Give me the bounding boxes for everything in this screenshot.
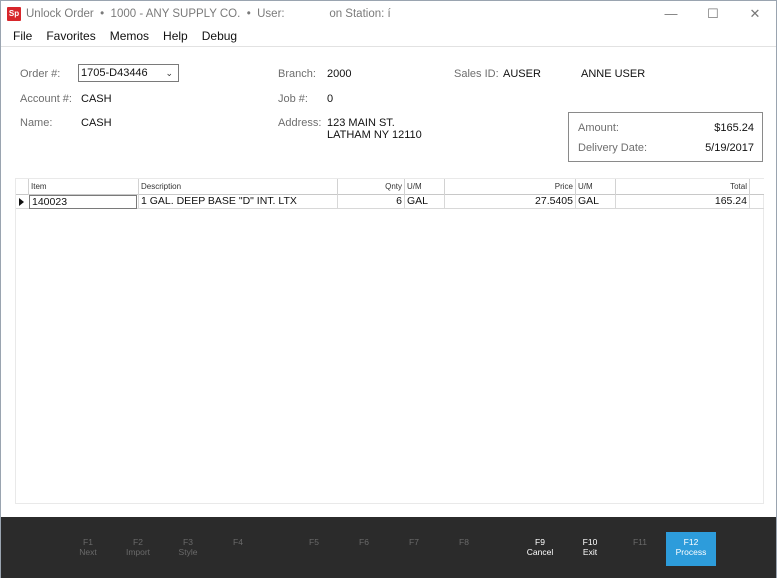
address-label: Address:: [278, 117, 322, 129]
window-title: Unlock Order • 1000 - ANY SUPPLY CO. • U…: [26, 7, 391, 20]
fkey-action: Cancel: [526, 547, 554, 557]
fkey-label: F2: [133, 537, 143, 547]
amount-value: $165.24: [714, 122, 754, 134]
account-label: Account #:: [20, 93, 72, 105]
app-window: Sp Unlock Order • 1000 - ANY SUPPLY CO. …: [0, 0, 777, 578]
sales-id-value: AUSER: [503, 68, 541, 80]
f8-button[interactable]: F8: [439, 532, 489, 566]
fkey-action: Exit: [582, 547, 598, 557]
fkey-label: F8: [459, 537, 469, 547]
menu-help[interactable]: Help: [156, 29, 195, 43]
order-number-value: 1705-D43446: [81, 67, 148, 79]
column-header-price[interactable]: Price: [444, 179, 575, 195]
f5-button[interactable]: F5: [289, 532, 339, 566]
fkey-label: F4: [233, 537, 243, 547]
column-header-qnty[interactable]: Qnty: [337, 179, 404, 195]
fkey-action: Process: [675, 547, 707, 557]
fkey-action: Style: [178, 547, 198, 557]
menu-bar: File Favorites Memos Help Debug: [1, 26, 776, 47]
price-cell[interactable]: 27.5405: [444, 195, 575, 209]
column-header-description[interactable]: Description: [138, 179, 338, 195]
fkey-label: F9: [535, 537, 545, 547]
column-header-um[interactable]: U/M: [404, 179, 444, 195]
job-value: 0: [327, 93, 334, 105]
sales-id-label: Sales ID:: [454, 68, 499, 80]
menu-file[interactable]: File: [6, 29, 39, 43]
job-label: Job #:: [278, 93, 308, 105]
column-header-price-um[interactable]: U/M: [575, 179, 615, 195]
address-line2: LATHAM NY 12110: [327, 129, 422, 141]
name-value: CASH: [81, 117, 112, 129]
order-label: Order #:: [20, 68, 61, 80]
fkey-label: F12: [683, 537, 699, 547]
delivery-date-row: Delivery Date: 5/19/2017: [578, 142, 754, 156]
branch-value: 2000: [327, 68, 352, 80]
um-cell[interactable]: GAL: [404, 195, 444, 209]
menu-favorites[interactable]: Favorites: [39, 29, 102, 43]
f12-process-button[interactable]: F12 Process: [666, 532, 716, 566]
item-cell[interactable]: 140023: [29, 195, 137, 209]
current-row-arrow-icon: [19, 198, 24, 206]
order-number-select[interactable]: 1705-D43446 ⌄: [78, 64, 179, 82]
account-value: CASH: [81, 93, 112, 105]
description-cell[interactable]: 1 GAL. DEEP BASE "D" INT. LTX: [138, 195, 338, 209]
f10-exit-button[interactable]: F10 Exit: [565, 532, 615, 566]
maximize-button[interactable]: ☐: [692, 1, 734, 26]
delivery-date-value: 5/19/2017: [705, 142, 754, 154]
order-summary-box: Amount: $165.24 Delivery Date: 5/19/2017: [568, 112, 763, 162]
f6-button[interactable]: F6: [339, 532, 389, 566]
fkey-label: F5: [309, 537, 319, 547]
menu-debug[interactable]: Debug: [195, 29, 244, 43]
f7-button[interactable]: F7: [389, 532, 439, 566]
address-line1: 123 MAIN ST.: [327, 117, 395, 129]
fkey-action: Next: [79, 547, 97, 557]
f11-button[interactable]: F11: [615, 532, 665, 566]
function-key-bar: F1 Next F2 Import F3 Style F4 F5 F6 F7 F8 F…: [1, 517, 776, 578]
f2-import-button[interactable]: F2 Import: [113, 532, 163, 566]
f3-style-button[interactable]: F3 Style: [163, 532, 213, 566]
grid-header: Item Description Qnty U/M Price U/M Tota…: [16, 179, 764, 195]
price-um-cell[interactable]: GAL: [575, 195, 615, 209]
fkey-label: F1: [83, 537, 93, 547]
qnty-cell[interactable]: 6: [337, 195, 404, 209]
menu-memos[interactable]: Memos: [103, 29, 156, 43]
order-lines-grid[interactable]: Item Description Qnty U/M Price U/M Tota…: [15, 178, 764, 504]
close-button[interactable]: ✕: [734, 1, 776, 26]
column-header-total[interactable]: Total: [615, 179, 750, 195]
fkey-label: F7: [409, 537, 419, 547]
column-header-item[interactable]: Item: [28, 179, 150, 195]
fkey-label: F10: [582, 537, 598, 547]
delivery-date-label: Delivery Date:: [578, 142, 648, 154]
f9-cancel-button[interactable]: F9 Cancel: [515, 532, 565, 566]
table-row[interactable]: 140023 1 GAL. DEEP BASE "D" INT. LTX 6 G…: [16, 195, 764, 209]
sales-name: ANNE USER: [581, 68, 646, 80]
fkey-label: F3: [183, 537, 193, 547]
fkey-action: Import: [125, 547, 151, 557]
amount-label: Amount:: [578, 122, 619, 134]
fkey-label: F6: [359, 537, 369, 547]
f1-next-button[interactable]: F1 Next: [63, 532, 113, 566]
total-cell[interactable]: 165.24: [615, 195, 750, 209]
amount-row: Amount: $165.24: [578, 122, 754, 136]
f4-button[interactable]: F4: [213, 532, 263, 566]
fkey-label: F11: [632, 537, 648, 547]
branch-label: Branch:: [278, 68, 316, 80]
app-logo-icon: Sp: [7, 6, 21, 21]
title-bar[interactable]: Sp Unlock Order • 1000 - ANY SUPPLY CO. …: [1, 1, 776, 26]
chevron-down-icon: ⌄: [165, 68, 173, 78]
minimize-button[interactable]: —: [650, 1, 692, 26]
name-label: Name:: [20, 117, 53, 129]
